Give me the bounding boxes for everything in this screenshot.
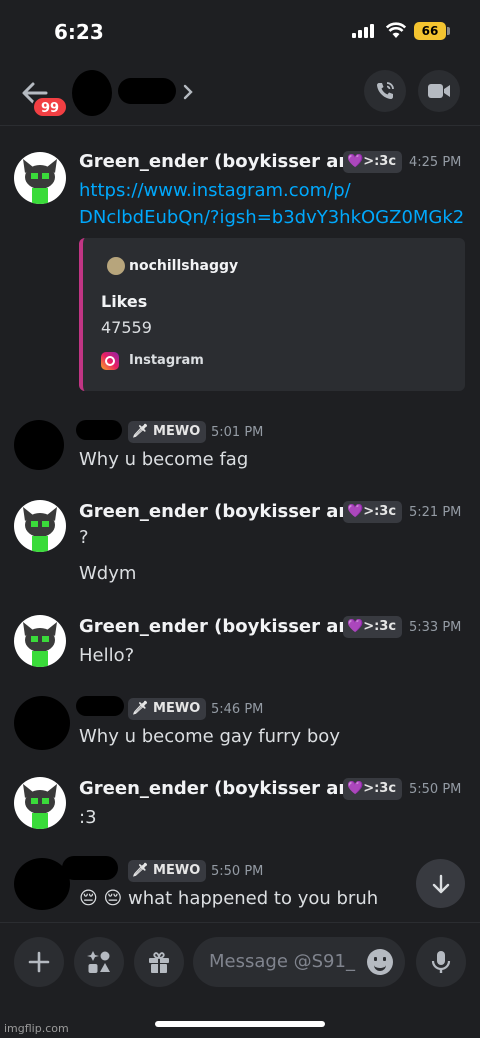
phone-call-icon — [377, 82, 394, 99]
video-call-icon — [428, 84, 450, 98]
message-text: ? — [79, 527, 89, 548]
role-tag: 💜>:3c — [343, 778, 403, 800]
dm-header: 99 — [0, 62, 480, 126]
home-indicator[interactable] — [155, 1021, 325, 1027]
message-time: 4:25 PM — [409, 155, 462, 170]
chevron-right-icon[interactable] — [180, 82, 196, 102]
author-redacted — [76, 420, 122, 440]
recipient-avatar-redacted[interactable] — [72, 70, 112, 116]
cellular-signal-icon — [352, 24, 376, 38]
battery-tip — [447, 27, 450, 35]
embed-author[interactable]: nochillshaggy — [107, 257, 238, 275]
status-bar: 6:23 66 — [0, 0, 480, 62]
embed-provider: Instagram — [129, 353, 204, 368]
role-tag: 🗡 MEWO — [128, 421, 207, 443]
message-time: 5:46 PM — [211, 702, 264, 717]
attach-button[interactable] — [14, 937, 64, 987]
role-tag: 🗡 MEWO — [128, 860, 207, 882]
message-placeholder: Message @S91_ — [209, 951, 355, 972]
sword-icon: 🗡 — [132, 863, 154, 878]
embed-author-avatar — [107, 257, 125, 275]
role-tag: 💜>:3c — [343, 501, 403, 523]
sword-icon: 🗡 — [132, 701, 154, 716]
message-text: 😔 😔 what happened to you bruh — [79, 888, 379, 909]
role-tag: 🗡 MEWO — [128, 698, 207, 720]
voice-call-button[interactable] — [364, 70, 406, 112]
cat-avatar-icon — [23, 622, 57, 667]
message-item[interactable]: Green_ender (boykisser ark) 💜>:3c 5:50 P… — [0, 773, 480, 835]
heart-icon: 💜 — [347, 504, 364, 519]
author-redacted — [62, 856, 118, 880]
heart-icon: 💜 — [347, 781, 364, 796]
message-author[interactable]: Green_ender (boykisser ark) — [79, 616, 368, 637]
jump-to-present-button[interactable] — [416, 859, 465, 908]
message-item[interactable]: 🗡 MEWO 5:01 PM Why u become fag — [0, 412, 480, 478]
gift-button[interactable] — [134, 937, 184, 987]
message-text: Wdym — [79, 563, 137, 584]
battery-indicator: 66 — [414, 22, 446, 40]
plus-icon — [28, 951, 50, 973]
message-composer: Message @S91_ — [0, 922, 480, 1002]
message-item[interactable]: Green_ender (boykisser ark) 💜>:3c 5:33 P… — [0, 611, 480, 673]
microphone-icon — [431, 951, 451, 973]
wifi-icon — [386, 22, 406, 38]
message-link[interactable]: DNclbdEubQn/?igsh=b3dvY3hkOGZ0MGk2 — [79, 207, 464, 228]
apps-icon — [87, 951, 110, 973]
message-link[interactable]: https://www.instagram.com/p/ — [79, 180, 351, 201]
embed-value: 47559 — [101, 318, 152, 337]
heart-icon: 💜 — [347, 154, 364, 169]
sword-icon: 🗡 — [132, 424, 154, 439]
watermark: imgflip.com — [4, 1022, 69, 1035]
message-item[interactable]: 🗡 MEWO 5:46 PM Why u become gay furry bo… — [0, 690, 480, 754]
arrow-down-icon — [432, 874, 449, 893]
emoji-icon[interactable] — [367, 949, 393, 975]
instagram-icon — [101, 352, 119, 370]
role-tag: 💜>:3c — [343, 151, 403, 173]
avatar[interactable] — [14, 500, 66, 552]
gift-icon — [149, 952, 169, 973]
avatar[interactable] — [14, 152, 66, 204]
message-text: :3 — [79, 807, 97, 828]
message-item[interactable]: Green_ender (boykisser ark) 💜>:3c 5:21 P… — [0, 496, 480, 592]
message-text: Why u become fag — [79, 449, 249, 470]
message-author[interactable]: Green_ender (boykisser ark) — [79, 151, 368, 172]
voice-message-button[interactable] — [416, 937, 466, 987]
avatar-redacted[interactable] — [14, 420, 64, 470]
avatar-redacted[interactable] — [14, 696, 70, 750]
message-time: 5:50 PM — [211, 864, 264, 879]
role-tag: 💜>:3c — [343, 616, 403, 638]
message-input[interactable]: Message @S91_ — [193, 937, 405, 987]
cat-avatar-icon — [23, 159, 57, 204]
link-embed[interactable]: nochillshaggy Likes 47559 Instagram — [79, 238, 465, 391]
message-text: Hello? — [79, 645, 135, 666]
message-time: 5:21 PM — [409, 505, 462, 520]
message-time: 5:33 PM — [409, 620, 462, 635]
cat-avatar-icon — [23, 507, 57, 552]
message-author[interactable]: Green_ender (boykisser ark) — [79, 501, 368, 522]
status-time: 6:23 — [54, 20, 104, 44]
apps-button[interactable] — [74, 937, 124, 987]
author-redacted — [76, 696, 124, 716]
avatar[interactable] — [14, 615, 66, 667]
embed-title: Likes — [101, 292, 148, 311]
message-time: 5:50 PM — [409, 782, 462, 797]
message-item[interactable]: 🗡 MEWO 5:50 PM 😔 😔 what happened to you … — [0, 852, 480, 918]
message-author[interactable]: Green_ender (boykisser ark) — [79, 778, 368, 799]
video-call-button[interactable] — [418, 70, 460, 112]
message-time: 5:01 PM — [211, 425, 264, 440]
recipient-name-redacted[interactable] — [118, 78, 176, 104]
unread-badge: 99 — [32, 96, 68, 118]
avatar[interactable] — [14, 777, 66, 829]
message-text: Why u become gay furry boy — [79, 726, 340, 747]
cat-avatar-icon — [23, 784, 57, 829]
heart-icon: 💜 — [347, 619, 364, 634]
